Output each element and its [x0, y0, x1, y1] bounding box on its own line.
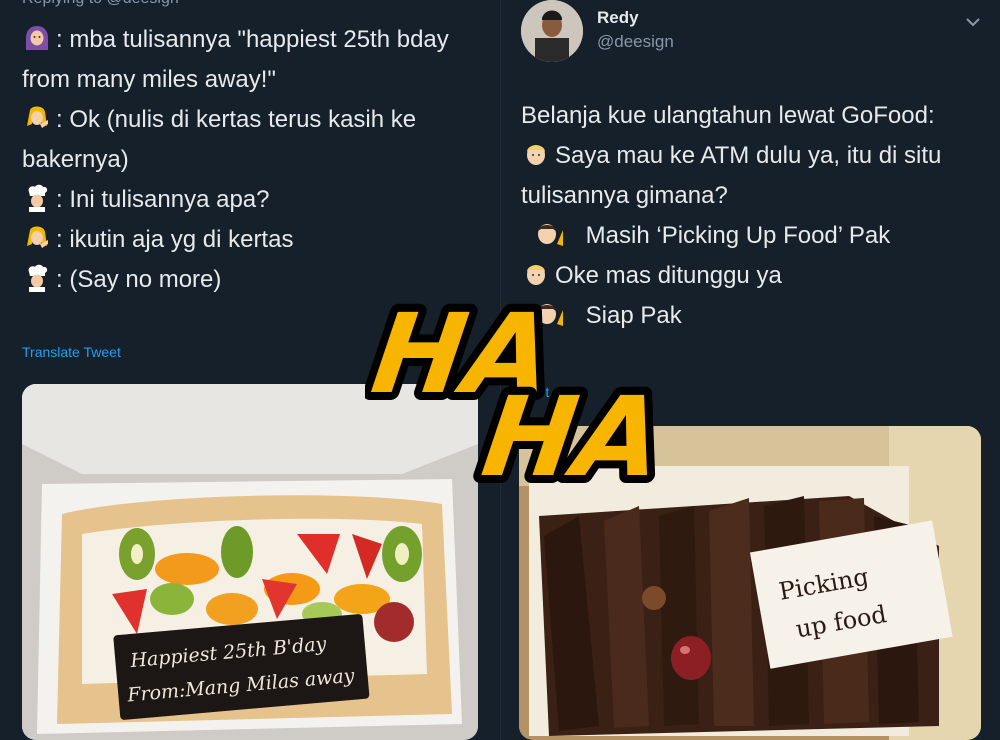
tweet-line: : ikutin aja yg di kertas — [22, 220, 492, 260]
chef-icon — [28, 264, 48, 292]
chevron-down-icon[interactable] — [963, 12, 983, 32]
chef-icon — [28, 184, 48, 212]
avatar[interactable] — [521, 0, 583, 62]
haha-word2: HA — [475, 373, 665, 490]
haha-sticker: HA HA HA HA — [365, 290, 665, 490]
user-avatar-image — [521, 0, 583, 62]
left-tweet-text: : mba tulisannya "happiest 25th bday fro… — [22, 20, 492, 300]
man-blonde-icon — [527, 145, 545, 165]
man-blonde-icon — [527, 265, 545, 285]
tweet-line: : Ok (nulis di kertas terus kasih ke — [22, 100, 492, 140]
tweet-line: : mba tulisannya "happiest 25th bday — [22, 20, 492, 60]
tweet-line: Belanja kue ulangtahun lewat GoFood: — [521, 102, 935, 129]
woman-headscarf-icon — [26, 26, 48, 50]
translate-tweet-link[interactable]: Translate Tweet — [22, 344, 121, 360]
tweet-line: tulisannya gimana? — [521, 182, 728, 209]
tweet-line: bakernya) — [22, 146, 129, 173]
man-hand-icon — [538, 224, 563, 246]
user-handle[interactable]: @deesign — [597, 32, 674, 52]
tweet-line: : Ini tulisannya apa? — [22, 180, 492, 220]
tweet-line: Masih ‘Picking Up Food’ Pak — [521, 216, 991, 256]
woman-blonde-icon — [27, 226, 48, 248]
tweet-line: Saya mau ke ATM dulu ya, itu di situ — [521, 136, 991, 176]
replying-to-text[interactable]: Replying to @deesign — [22, 0, 179, 8]
tweet-line: from many miles away!" — [22, 66, 276, 93]
woman-blonde-icon — [27, 106, 48, 128]
user-display-name[interactable]: Redy — [597, 8, 639, 28]
